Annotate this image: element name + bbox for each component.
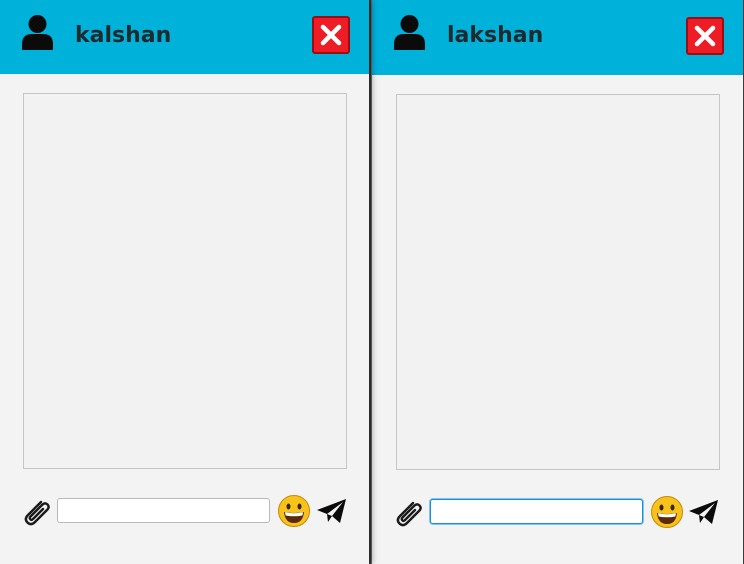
close-chat-button[interactable] xyxy=(312,16,350,54)
chat-username: lakshan xyxy=(447,23,544,48)
close-chat-button[interactable] xyxy=(686,17,724,55)
paperclip-icon[interactable] xyxy=(20,496,52,528)
user-icon xyxy=(393,14,426,50)
paper-plane-icon[interactable] xyxy=(688,498,719,526)
chat-header: kalshan xyxy=(0,0,369,74)
message-input[interactable] xyxy=(430,499,643,524)
paper-plane-icon[interactable] xyxy=(316,497,347,525)
message-input[interactable] xyxy=(57,498,270,523)
chat-window-kalshan: kalshan xyxy=(0,0,369,564)
message-area[interactable] xyxy=(396,94,720,470)
smiley-emoji-icon[interactable] xyxy=(650,495,684,529)
message-area[interactable] xyxy=(23,93,347,469)
chat-header: lakshan xyxy=(372,0,743,75)
user-icon xyxy=(21,14,54,50)
smiley-emoji-icon[interactable] xyxy=(277,494,311,528)
paperclip-icon[interactable] xyxy=(392,497,424,529)
chat-username: kalshan xyxy=(75,23,172,48)
chat-window-lakshan: lakshan xyxy=(371,0,743,564)
